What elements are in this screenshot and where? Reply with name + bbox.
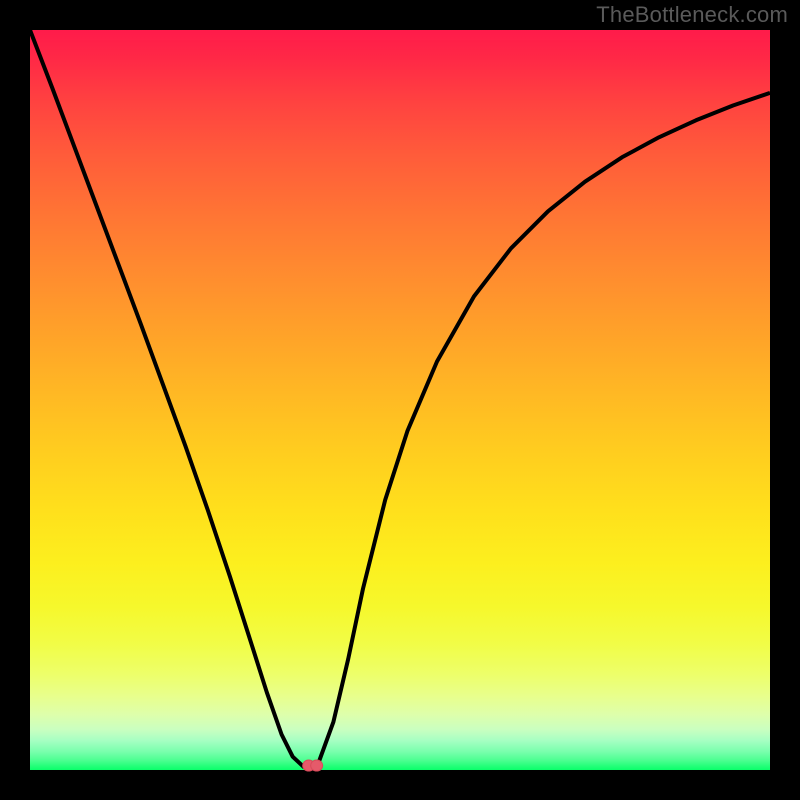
chart-marker [303,760,323,771]
chart-curve [30,30,770,769]
chart-plot-area [30,30,770,770]
watermark-text: TheBottleneck.com [596,2,788,28]
chart-svg [30,30,770,770]
